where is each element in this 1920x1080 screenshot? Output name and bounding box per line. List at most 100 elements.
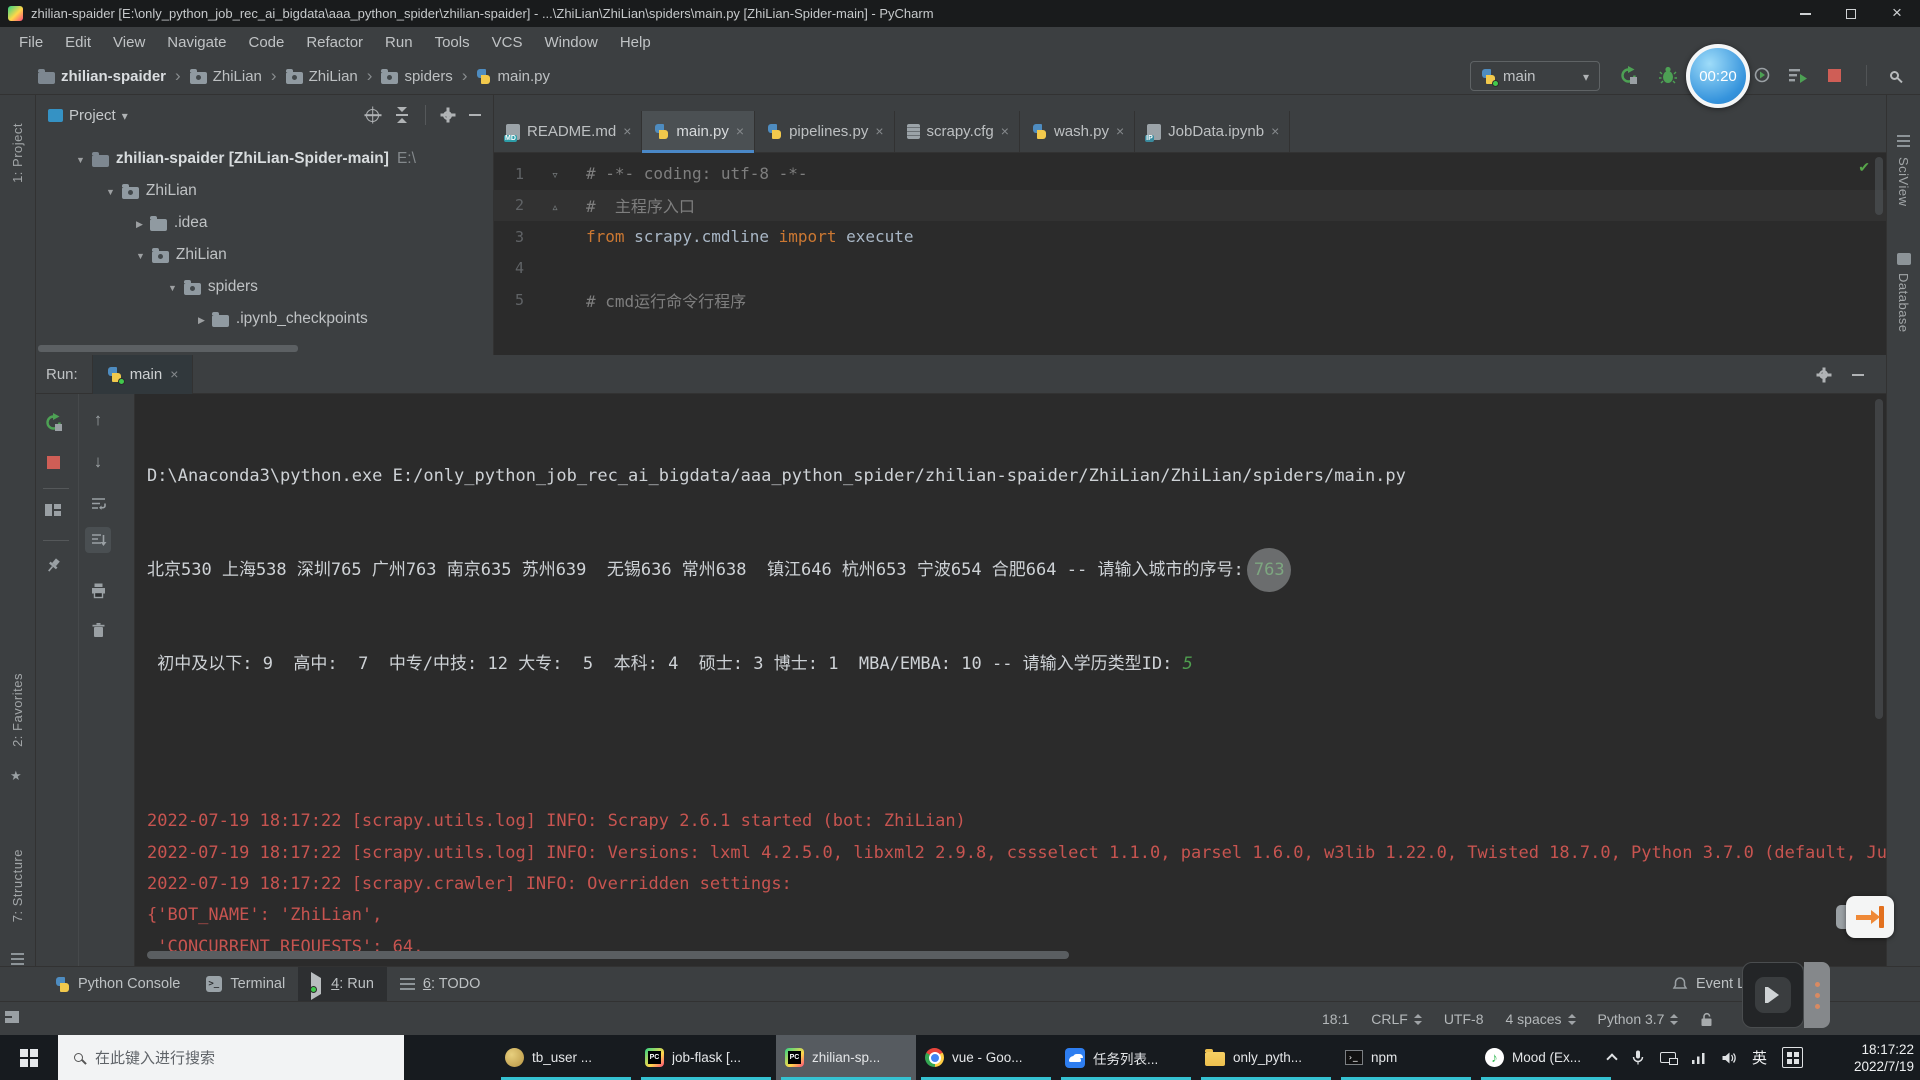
gear-icon[interactable] [1819,370,1828,379]
taskbar-app-navicat[interactable]: tb_user ... [496,1035,636,1080]
sidebar-item-favorites[interactable]: 2: Favorites [10,673,25,747]
floating-recorder-panel[interactable] [1742,962,1804,1028]
taskbar-app-pycharm-zhilian[interactable]: zhilian-sp... [776,1035,916,1080]
scroll-to-end-button[interactable] [85,527,111,553]
menu-item[interactable]: Navigate [156,34,237,51]
tree-row[interactable]: spiders [36,271,493,303]
clear-console-button[interactable] [88,620,108,640]
run-console-output[interactable]: D:\Anaconda3\python.exe E:/only_python_j… [135,394,1886,966]
taskbar-app-tasklist[interactable]: 任务列表... [1056,1035,1196,1080]
run-tab-main[interactable]: main [91,354,194,394]
toolwindow-run[interactable]: 4: Run [298,966,387,1002]
run-configuration-selector[interactable]: main [1470,61,1600,91]
menu-item[interactable]: Edit [54,34,102,51]
breadcrumb-item-file[interactable]: main.py [476,68,550,85]
scroll-up-button[interactable] [88,410,108,430]
taskbar-app-chrome[interactable]: vue - Goo... [916,1035,1056,1080]
minimize-button[interactable] [1782,0,1828,27]
close-icon[interactable] [1271,123,1279,140]
menu-item[interactable]: View [102,34,156,51]
tab-wash-py[interactable]: wash.py [1020,111,1136,152]
toolwindow-terminal[interactable]: Terminal [193,967,298,1002]
taskbar-clock[interactable]: 18:17:22 2022/7/19 [1828,1035,1914,1080]
close-icon[interactable] [875,123,883,140]
debug-button[interactable] [1658,65,1678,85]
floating-panel-handle[interactable] [1804,962,1830,1028]
search-everywhere-button[interactable] [1884,65,1904,85]
menu-item[interactable]: Tools [424,34,481,51]
pin-tab-button[interactable] [43,555,63,575]
tree-row[interactable]: ZhiLian [36,175,493,207]
signal-icon[interactable] [1691,1051,1706,1065]
toolwindow-todo[interactable]: 6: TODO [387,967,494,1002]
encoding-widget[interactable]: UTF-8 [1444,1011,1484,1027]
breadcrumb-item[interactable]: ZhiLian [285,68,358,85]
display-icon[interactable] [1660,1052,1678,1065]
taskbar-app-qqmusic[interactable]: Mood (Ex... [1476,1035,1616,1080]
console-vertical-scrollbar[interactable] [1875,399,1883,719]
tab-scrapy-cfg[interactable]: scrapy.cfg [895,111,1020,152]
ime-mode-icon[interactable] [1782,1047,1804,1068]
breadcrumb-item[interactable]: ZhiLian [189,68,262,85]
indent-widget[interactable]: 4 spaces [1505,1011,1576,1027]
tree-row-root[interactable]: zhilian-spaider [ZhiLian-Spider-main] E:\ [36,143,493,175]
menu-item[interactable]: Code [237,34,295,51]
restore-layout-button[interactable] [43,500,63,520]
rerun-button[interactable] [43,412,63,432]
menu-item[interactable]: File [8,34,54,51]
toolwindow-python-console[interactable]: Python Console [42,967,193,1002]
tray-expand-icon[interactable] [1606,1053,1618,1065]
print-button[interactable] [88,580,108,600]
fold-marker-icon[interactable] [524,164,586,183]
soft-wrap-button[interactable] [88,493,108,513]
taskbar-app-explorer[interactable]: only_pyth... [1196,1035,1336,1080]
line-separator-widget[interactable]: CRLF [1371,1011,1422,1027]
tree-row[interactable]: ZhiLian [36,239,493,271]
inspections-ok-check-icon[interactable] [1858,159,1870,177]
maximize-button[interactable] [1828,0,1874,27]
start-button[interactable] [0,1035,58,1080]
breadcrumb-item-root[interactable]: zhilian-spaider [38,68,166,85]
code-editor[interactable]: 1 # -*- coding: utf-8 -*- 2 # 主程序入口 3 fr… [494,153,1886,355]
tab-pipelines-py[interactable]: pipelines.py [755,111,895,152]
microphone-icon[interactable] [1631,1049,1645,1066]
breadcrumb-item[interactable]: spiders [381,68,453,85]
close-icon[interactable] [1001,123,1009,140]
menu-item[interactable]: VCS [481,34,534,51]
hidden-toolbar-tab[interactable] [1836,905,1846,929]
console-horizontal-scrollbar[interactable] [147,951,1069,959]
menu-item[interactable]: Window [533,34,608,51]
close-icon[interactable] [736,123,744,140]
locate-file-icon[interactable] [366,108,379,122]
hide-panel-icon[interactable] [1852,373,1864,376]
close-icon[interactable] [170,366,178,383]
tab-readme-md[interactable]: README.md [494,111,643,152]
interpreter-widget[interactable]: Python 3.7 [1598,1011,1679,1027]
gear-icon[interactable] [443,110,452,120]
ime-language-indicator[interactable]: 英 [1752,1047,1767,1068]
speaker-icon[interactable] [1721,1051,1737,1065]
menu-item[interactable]: Run [374,34,424,51]
menu-item[interactable]: Refactor [295,34,374,51]
stop-button[interactable] [1824,65,1844,85]
caret-position-widget[interactable]: 18:1 [1322,1011,1349,1027]
editor-scrollbar[interactable] [1875,157,1883,215]
event-log-button[interactable]: Event L [1672,966,1745,1001]
fold-marker-icon[interactable] [524,196,586,215]
readonly-toggle[interactable] [1700,1012,1713,1027]
close-icon[interactable] [623,123,631,140]
stop-button[interactable] [43,452,63,472]
taskbar-app-pycharm-jobflask[interactable]: job-flask [... [636,1035,776,1080]
hide-panel-icon[interactable] [469,114,481,116]
horizontal-scrollbar[interactable] [38,345,298,352]
rerun-button[interactable] [1618,65,1638,85]
tree-row[interactable]: .ipynb_checkpoints [36,303,493,335]
tab-jobdata-ipynb[interactable]: JobData.ipynb [1135,111,1291,152]
tab-main-py[interactable]: main.py [642,111,756,153]
collapse-all-icon[interactable] [396,107,408,123]
project-panel-title[interactable]: Project [69,107,116,124]
close-icon[interactable] [1116,123,1124,140]
run-with-coverage-button[interactable] [1752,65,1772,85]
menu-item[interactable]: Help [609,34,662,51]
sidebar-item-project[interactable]: 1: Project [10,123,25,183]
